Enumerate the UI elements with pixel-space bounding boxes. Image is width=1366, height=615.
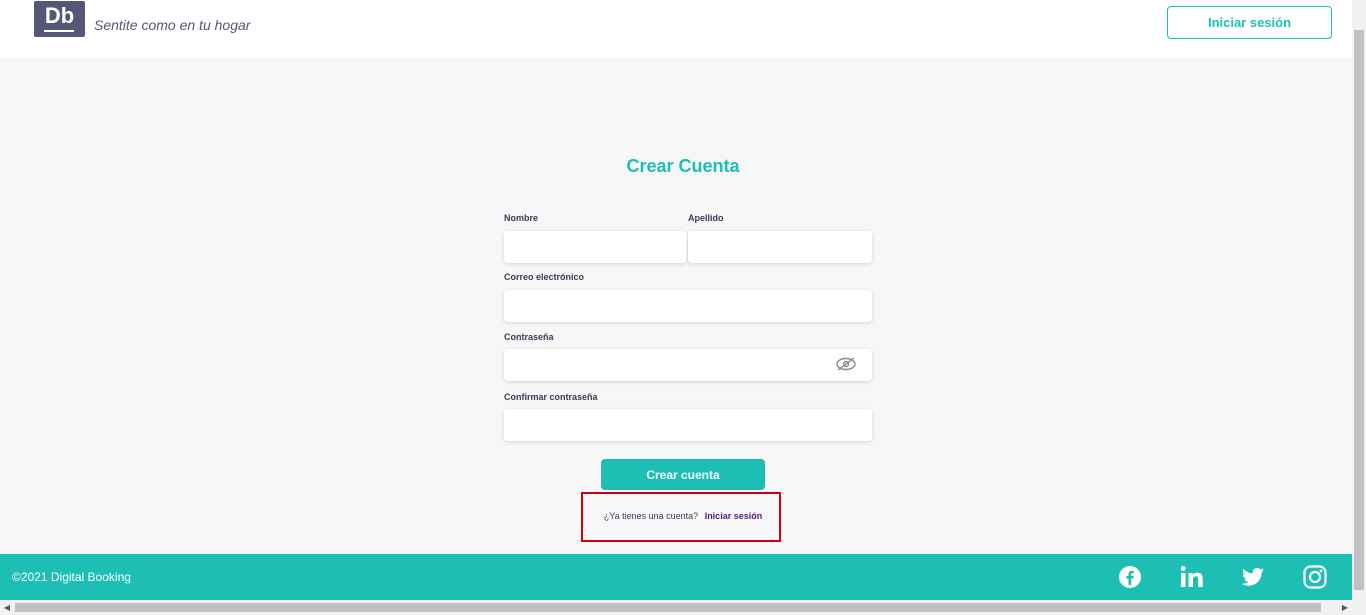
header-login-button[interactable]: Iniciar sesión bbox=[1167, 6, 1332, 39]
first-name-field[interactable] bbox=[504, 231, 687, 263]
password-field[interactable] bbox=[504, 349, 872, 381]
create-account-button[interactable]: Crear cuenta bbox=[601, 459, 765, 490]
horizontal-scrollbar-thumb[interactable] bbox=[15, 603, 1321, 612]
email-field[interactable] bbox=[504, 290, 872, 322]
vertical-scrollbar-thumb[interactable] bbox=[1354, 30, 1364, 590]
scroll-right-icon[interactable]: ▶ bbox=[1338, 600, 1352, 615]
last-name-label: Apellido bbox=[688, 213, 724, 223]
has-account-row: ¿Ya tienes una cuenta? Iniciar sesión bbox=[0, 511, 1366, 521]
footer: ©2021 Digital Booking bbox=[0, 554, 1352, 600]
instagram-icon[interactable] bbox=[1303, 565, 1327, 589]
twitter-icon[interactable] bbox=[1241, 565, 1265, 589]
password-label: Contraseña bbox=[504, 332, 554, 342]
logo-text: Db bbox=[44, 3, 75, 28]
logo-underline bbox=[44, 30, 74, 32]
horizontal-scrollbar[interactable]: ◀ ▶ bbox=[0, 600, 1366, 615]
confirm-password-field[interactable] bbox=[504, 409, 872, 441]
logo[interactable]: Db bbox=[34, 1, 85, 37]
copyright: ©2021 Digital Booking bbox=[12, 570, 131, 584]
facebook-icon[interactable] bbox=[1118, 565, 1142, 589]
scroll-left-icon[interactable]: ◀ bbox=[0, 600, 14, 615]
eye-slash-icon[interactable] bbox=[835, 355, 857, 373]
login-link[interactable]: Iniciar sesión bbox=[705, 511, 763, 521]
confirm-password-label: Confirmar contraseña bbox=[504, 392, 598, 402]
has-account-text: ¿Ya tienes una cuenta? bbox=[603, 511, 699, 521]
vertical-scrollbar[interactable] bbox=[1352, 0, 1366, 600]
page-title: Crear Cuenta bbox=[626, 156, 740, 176]
linkedin-icon[interactable] bbox=[1180, 565, 1204, 589]
header: Db Sentite como en tu hogar Iniciar sesi… bbox=[0, 0, 1352, 58]
email-label: Correo electrónico bbox=[504, 272, 585, 282]
slogan: Sentite como en tu hogar bbox=[94, 17, 251, 33]
first-name-label: Nombre bbox=[504, 213, 539, 223]
last-name-field[interactable] bbox=[688, 231, 872, 263]
